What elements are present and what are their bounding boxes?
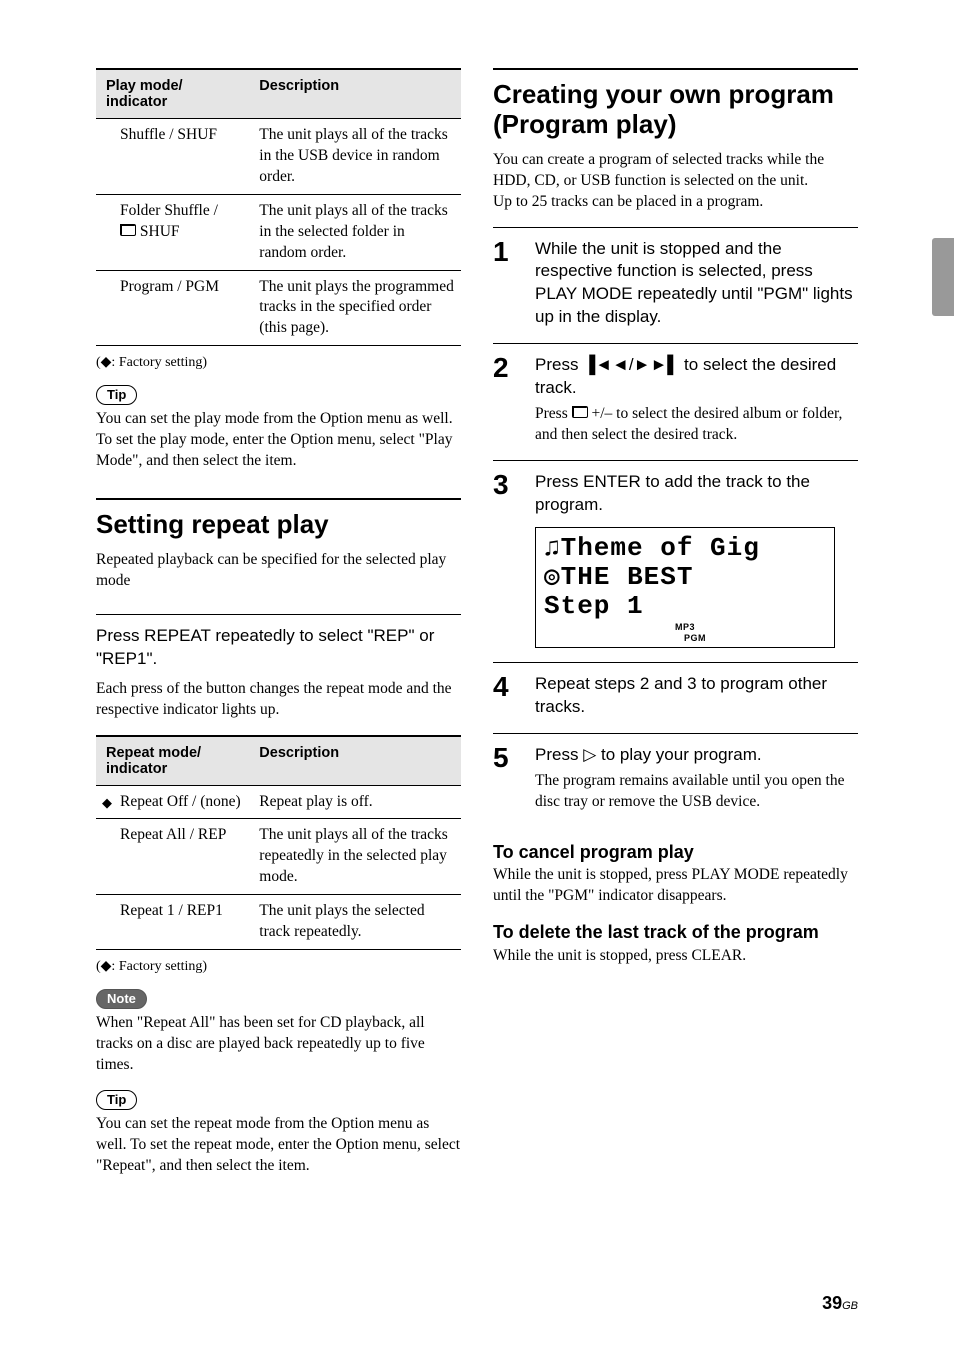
tip-text: You can set the repeat mode from the Opt… [96, 1114, 461, 1177]
desc-cell: The unit plays all of the tracks in the … [249, 119, 461, 195]
table-row: ◆ Repeat Off / (none) Repeat play is off. [96, 785, 461, 819]
mode-cell: Program / PGM [120, 278, 219, 295]
display-line: ◎THE BEST [544, 563, 826, 592]
prog-intro: Up to 25 tracks can be placed in a progr… [493, 192, 858, 213]
desc-cell: The unit plays all of the tracks repeate… [249, 819, 461, 895]
repeat-intro: Repeated playback can be specified for t… [96, 550, 461, 592]
table-header: Description [259, 745, 339, 761]
side-tab [932, 238, 954, 316]
table-header: Play mode/ indicator [106, 78, 183, 110]
subheading-cancel: To cancel program play [493, 841, 858, 864]
section-heading-repeat: Setting repeat play [96, 498, 461, 540]
play-icon: ▷ [583, 745, 596, 764]
table-row: Folder Shuffle / SHUF The unit plays all… [96, 194, 461, 270]
display-indicator: PGM [544, 634, 826, 643]
default-marker-icon: ◆ [102, 794, 112, 812]
next-track-icon: ►►▌ [634, 355, 680, 374]
tip-label: Tip [96, 385, 137, 405]
repeat-desc: Each press of the button changes the rep… [96, 679, 461, 721]
desc-cell: The unit plays all of the tracks in the … [249, 194, 461, 270]
step-number: 1 [493, 238, 517, 330]
desc-cell: Repeat play is off. [249, 785, 461, 819]
desc-cell: The unit plays the selected track repeat… [249, 895, 461, 950]
table-row: Shuffle / SHUF The unit plays all of the… [96, 119, 461, 195]
unit-display: ♫Theme of Gig ◎THE BEST Step 1 MP3 PGM [535, 527, 835, 648]
note-text: When "Repeat All" has been set for CD pl… [96, 1013, 461, 1076]
table-row: Program / PGM The unit plays the program… [96, 270, 461, 346]
step-number: 5 [493, 744, 517, 813]
mode-suffix: SHUF [136, 223, 180, 240]
display-line: ♫Theme of Gig [544, 534, 826, 563]
mode-cell: Repeat 1 / REP1 [120, 902, 223, 919]
mode-cell: Folder Shuffle / [120, 202, 218, 219]
right-column: Creating your own program (Program play)… [493, 68, 858, 1191]
mode-cell: Repeat Off / (none) [120, 793, 241, 810]
repeat-mode-table: Repeat mode/ indicator Description ◆ Repe… [96, 735, 461, 951]
tip-text: You can set the play mode from the Optio… [96, 409, 461, 472]
folder-icon [120, 223, 136, 240]
left-column: Play mode/ indicator Description Shuffle… [96, 68, 461, 1191]
step: 3 Press ENTER to add the track to the pr… [493, 460, 858, 662]
factory-setting-note: (◆: Factory setting) [96, 354, 461, 371]
step-sub: The program remains available until you … [535, 771, 858, 813]
desc-cell: The unit plays the programmed tracks in … [249, 270, 461, 346]
repeat-step: Press REPEAT repeatedly to select "REP" … [96, 625, 461, 671]
step: 4 Repeat steps 2 and 3 to program other … [493, 662, 858, 733]
tip-label: Tip [96, 1090, 137, 1110]
step-head: Press ▐◄◄/►►▌ to select the desired trac… [535, 354, 858, 400]
cancel-text: While the unit is stopped, press PLAY MO… [493, 865, 858, 907]
display-line: Step 1 [544, 592, 826, 621]
step-head: Press ▷ to play your program. [535, 744, 858, 767]
step: 1 While the unit is stopped and the resp… [493, 227, 858, 344]
step-number: 2 [493, 354, 517, 446]
factory-setting-note: (◆: Factory setting) [96, 958, 461, 975]
step-head: Repeat steps 2 and 3 to program other tr… [535, 673, 858, 719]
mode-cell: Shuffle / SHUF [120, 126, 217, 143]
step-head: While the unit is stopped and the respec… [535, 238, 858, 330]
subheading-delete: To delete the last track of the program [493, 921, 858, 944]
table-header: Description [259, 78, 339, 94]
delete-text: While the unit is stopped, press CLEAR. [493, 946, 858, 967]
page-number: 39GB [822, 1293, 858, 1314]
prev-track-icon: ▐◄◄ [583, 355, 629, 374]
step-head: Press ENTER to add the track to the prog… [535, 471, 858, 517]
note-label: Note [96, 989, 147, 1009]
step: 5 Press ▷ to play your program. The prog… [493, 733, 858, 827]
step-sub: Press +/– to select the desired album or… [535, 404, 858, 446]
display-indicator: MP3 [544, 623, 826, 632]
play-mode-table: Play mode/ indicator Description Shuffle… [96, 68, 461, 346]
section-heading-program: Creating your own program (Program play) [493, 68, 858, 140]
step: 2 Press ▐◄◄/►►▌ to select the desired tr… [493, 343, 858, 460]
folder-icon [572, 405, 588, 422]
table-row: Repeat 1 / REP1 The unit plays the selec… [96, 895, 461, 950]
table-row: Repeat All / REP The unit plays all of t… [96, 819, 461, 895]
step-number: 3 [493, 471, 517, 648]
table-header: Repeat mode/ indicator [106, 745, 201, 777]
step-number: 4 [493, 673, 517, 719]
prog-intro: You can create a program of selected tra… [493, 150, 858, 192]
mode-cell: Repeat All / REP [120, 826, 226, 843]
